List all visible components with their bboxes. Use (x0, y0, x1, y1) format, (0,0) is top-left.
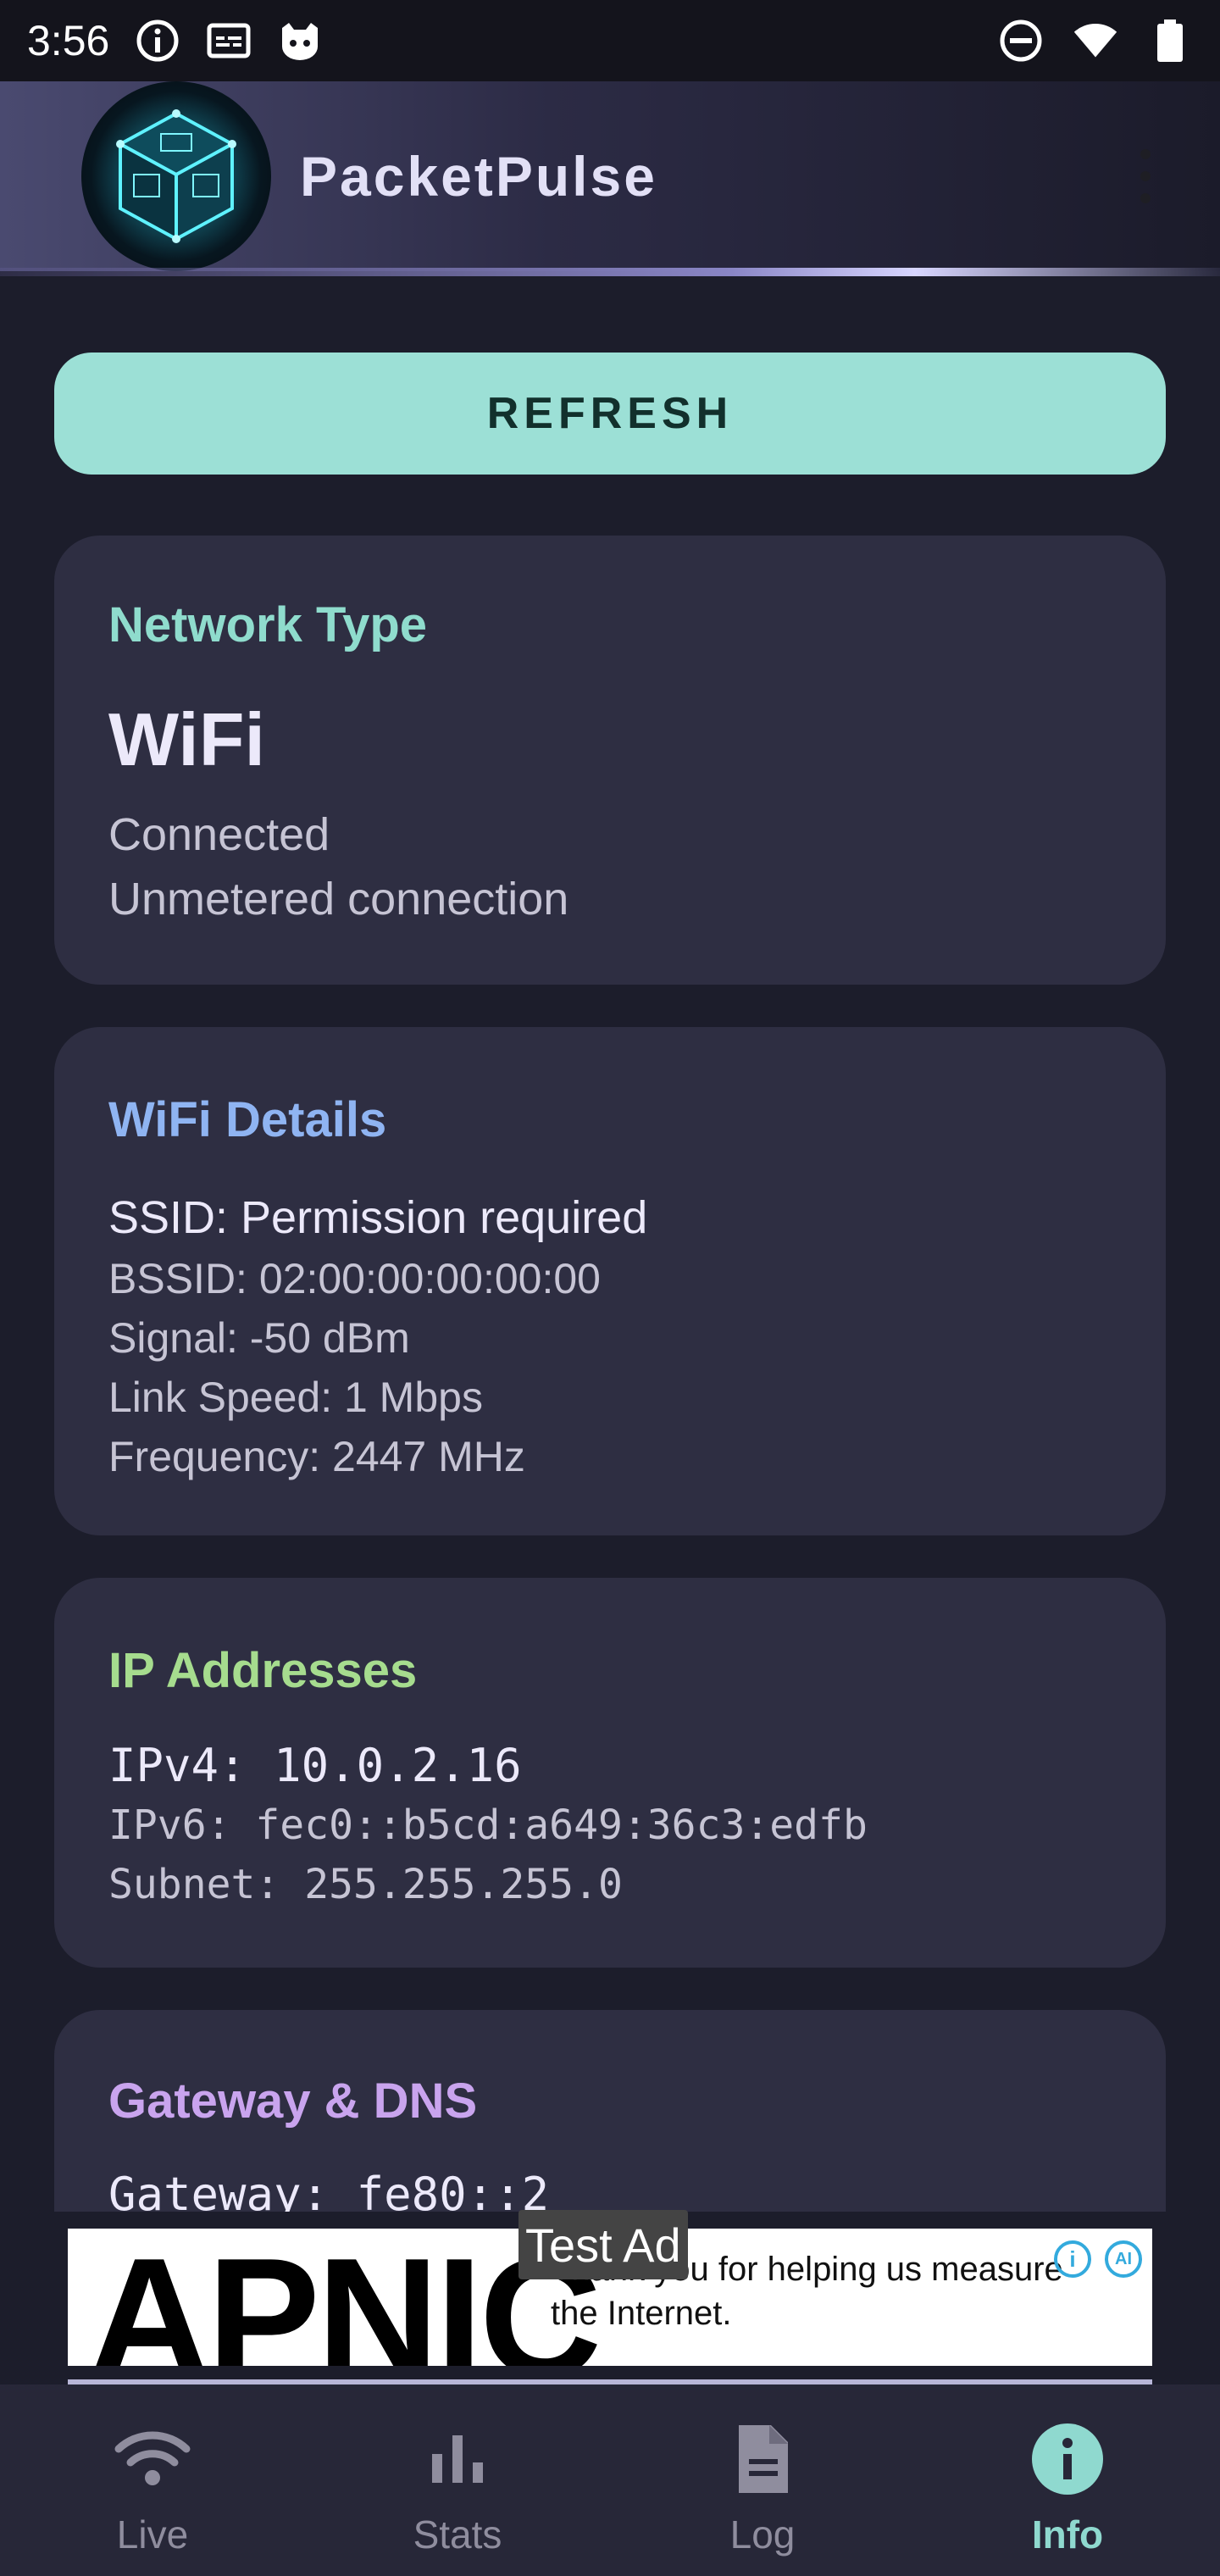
network-type-card: Network Type WiFi Connected Unmetered co… (54, 536, 1166, 985)
wifi-icon (114, 2420, 191, 2498)
bottom-navigation: Live Stats Log Info (0, 2384, 1220, 2576)
dot-icon (1140, 193, 1151, 203)
info-status-icon (135, 18, 180, 64)
wifi-status-icon (1073, 18, 1118, 64)
status-bar: 3:56 (0, 0, 1220, 81)
app-bar: PacketPulse (0, 81, 1220, 271)
bar-chart-icon (419, 2420, 496, 2498)
dot-icon (1140, 149, 1151, 159)
captions-status-icon (206, 18, 252, 64)
nav-item-stats[interactable]: Stats (305, 2384, 610, 2576)
bssid-value: BSSID: 02:00:00:00:00:00 (108, 1255, 601, 1302)
ipv6-value: IPv6: fec0::b5cd:a649:36c3:edfb (108, 1802, 868, 1849)
nav-label: Stats (413, 2512, 502, 2557)
nav-label: Info (1031, 2512, 1104, 2557)
ipv4-value: IPv4: 10.0.2.16 (108, 1739, 522, 1792)
cat-app-status-icon (277, 18, 323, 64)
card-title: Gateway & DNS (108, 2074, 478, 2129)
frequency-value: Frequency: 2447 MHz (108, 1433, 525, 1480)
refresh-button[interactable]: REFRESH (54, 353, 1166, 475)
app-title: PacketPulse (300, 145, 657, 208)
ad-choices-icon[interactable]: AI (1105, 2240, 1142, 2278)
status-time: 3:56 (27, 17, 110, 64)
nav-item-log[interactable]: Log (610, 2384, 915, 2576)
card-title: Network Type (108, 597, 428, 652)
battery-icon (1147, 18, 1193, 64)
test-ad-badge: Test Ad (518, 2210, 688, 2279)
card-title: WiFi Details (108, 1092, 387, 1147)
overflow-menu-button[interactable] (1127, 142, 1164, 210)
wifi-details-card: WiFi Details SSID: Permission required B… (54, 1027, 1166, 1535)
ssid-value: SSID: Permission required (108, 1192, 648, 1243)
ad-info-icon[interactable]: i (1054, 2240, 1091, 2278)
subnet-value: Subnet: 255.255.255.0 (108, 1861, 623, 1908)
ip-addresses-card: IP Addresses IPv4: 10.0.2.16 IPv6: fec0:… (54, 1578, 1166, 1968)
nav-item-info[interactable]: Info (915, 2384, 1220, 2576)
app-logo (81, 81, 271, 271)
connection-status: Connected (108, 809, 330, 860)
info-icon (1029, 2420, 1106, 2498)
nav-item-live[interactable]: Live (0, 2384, 305, 2576)
metering-status: Unmetered connection (108, 874, 569, 924)
dot-icon (1140, 171, 1151, 181)
nav-label: Log (729, 2512, 796, 2557)
document-icon (724, 2420, 801, 2498)
link-speed-value: Link Speed: 1 Mbps (108, 1374, 483, 1421)
do-not-disturb-icon (998, 18, 1044, 64)
signal-value: Signal: -50 dBm (108, 1314, 410, 1362)
app-bar-divider (0, 268, 1220, 276)
network-type-value: WiFi (108, 697, 265, 781)
nav-label: Live (116, 2512, 189, 2557)
card-title: IP Addresses (108, 1643, 418, 1698)
